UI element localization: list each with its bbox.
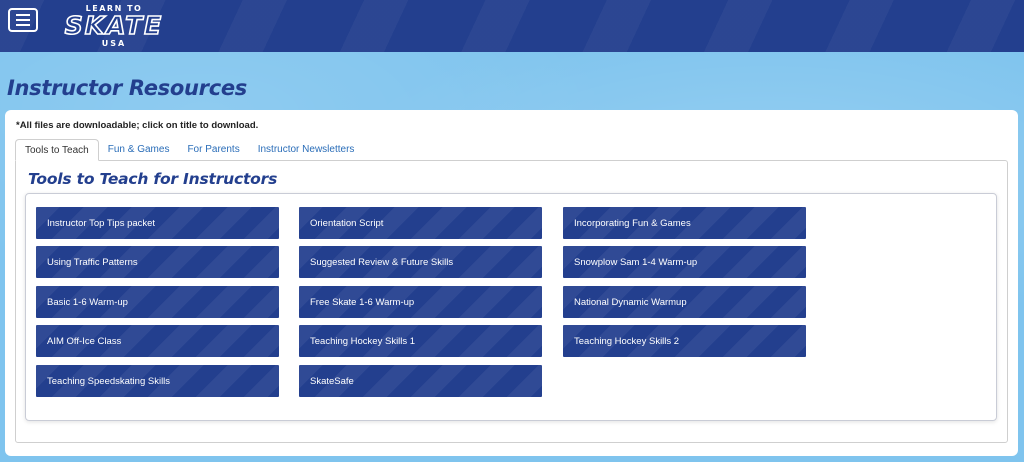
resource-button[interactable]: Orientation Script [299,207,542,239]
section-title: Tools to Teach for Instructors [28,170,278,188]
tab-panel-tools-to-teach: Tools to Teach for Instructors Instructo… [15,160,1008,443]
resource-button[interactable]: Suggested Review & Future Skills [299,246,542,278]
tab-for-parents[interactable]: For Parents [178,139,248,161]
logo-main-text: SKATE [64,11,164,40]
resource-button[interactable]: Incorporating Fun & Games [563,207,806,239]
resource-button[interactable]: Teaching Speedskating Skills [36,365,279,397]
hamburger-menu-icon[interactable] [8,8,38,32]
resource-button[interactable]: Instructor Top Tips packet [36,207,279,239]
tab-tools-to-teach[interactable]: Tools to Teach [15,139,99,161]
learn-to-skate-logo[interactable]: LEARN TO SKATE USA [52,2,176,48]
resource-button-grid: Instructor Top Tips packet Using Traffic… [25,193,997,421]
resource-button[interactable]: Basic 1-6 Warm-up [36,286,279,318]
resource-button[interactable]: SkateSafe [299,365,542,397]
tab-fun-and-games[interactable]: Fun & Games [99,139,179,161]
resources-card: *All files are downloadable; click on ti… [5,110,1018,456]
resource-button[interactable]: National Dynamic Warmup [563,286,806,318]
menu-bar [16,19,30,21]
resource-button[interactable]: Using Traffic Patterns [36,246,279,278]
resource-button[interactable]: Teaching Hockey Skills 2 [563,325,806,357]
resource-button[interactable]: Snowplow Sam 1-4 Warm-up [563,246,806,278]
page-title: Instructor Resources [7,76,247,100]
download-note: *All files are downloadable; click on ti… [16,120,259,131]
logo-bottom-text: USA [101,39,127,48]
tab-instructor-newsletters[interactable]: Instructor Newsletters [249,139,364,161]
tab-bar: Tools to Teach Fun & Games For Parents I… [15,139,363,161]
resource-button[interactable]: AIM Off-Ice Class [36,325,279,357]
menu-bar [16,24,30,26]
resource-button[interactable]: Free Skate 1-6 Warm-up [299,286,542,318]
resource-button[interactable]: Teaching Hockey Skills 1 [299,325,542,357]
menu-bar [16,14,30,16]
site-header: LEARN TO SKATE USA [0,0,1024,52]
